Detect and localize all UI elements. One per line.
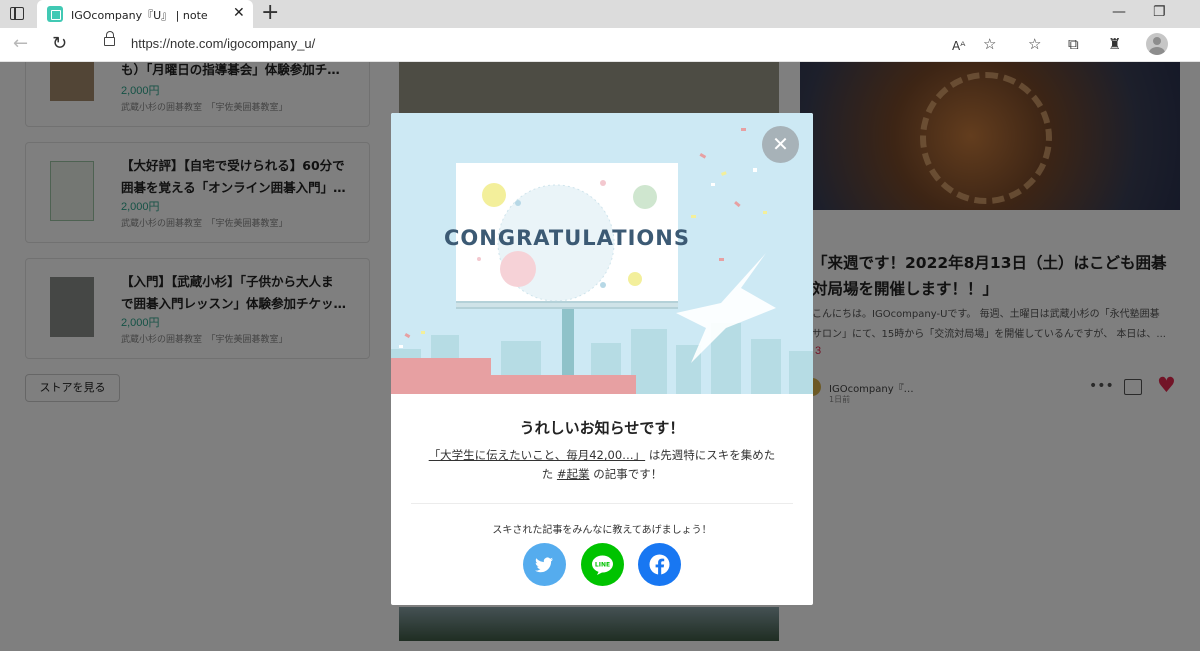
tab-title: IGOcompany『U』 | note xyxy=(71,9,208,22)
share-facebook-button[interactable] xyxy=(638,543,681,586)
extensions-icon[interactable]: ♜ xyxy=(1108,35,1121,53)
share-twitter-button[interactable] xyxy=(523,543,566,586)
article-link[interactable]: 「大学生に伝えたいこと、毎月42,00…」 xyxy=(429,448,645,462)
hashtag-link[interactable]: #起業 xyxy=(557,467,590,481)
profile-avatar[interactable] xyxy=(1146,33,1168,55)
tab-actions-icon[interactable] xyxy=(10,7,24,20)
new-tab-icon[interactable]: + xyxy=(261,2,279,24)
divider xyxy=(411,503,793,504)
address-bar-url[interactable]: https://note.com/igocompany_u/ xyxy=(131,36,315,51)
billboard-illustration: CONGRATULATIONS xyxy=(391,128,813,394)
refresh-icon[interactable]: ↻ xyxy=(52,34,67,54)
svg-text:LINE: LINE xyxy=(595,562,610,569)
congratulations-modal: CONGRATULATIONS ✕ うれしいお知らせです！ 「大学生に伝えたいこ… xyxy=(391,113,813,605)
facebook-icon xyxy=(649,554,670,575)
message-text: の記事です！ xyxy=(593,467,663,481)
modal-heading: うれしいお知らせです！ xyxy=(519,419,685,437)
restore-icon[interactable]: ❐ xyxy=(1153,4,1166,20)
address-toolbar: ← ↻ https://note.com/igocompany_u/ Aᴬ ☆ … xyxy=(0,28,1200,62)
modal-body: うれしいお知らせです！ 「大学生に伝えたいこと、毎月42,00…」 は先週特にス… xyxy=(391,394,813,605)
close-modal-button[interactable]: ✕ xyxy=(762,126,799,163)
share-prompt: スキされた記事をみんなに教えてあげましょう！ xyxy=(492,525,712,536)
collections-icon[interactable]: ⧉ xyxy=(1068,35,1079,53)
minimize-icon[interactable]: — xyxy=(1112,4,1126,20)
tab-strip: IGOcompany『U』 | note ✕ + — ❐ xyxy=(0,0,1200,28)
twitter-bird-icon xyxy=(535,557,553,573)
share-line-button[interactable]: LINE xyxy=(581,543,624,586)
favorites-icon[interactable]: ☆ xyxy=(1028,35,1041,53)
congratulations-text: CONGRATULATIONS xyxy=(444,226,690,250)
back-icon[interactable]: ← xyxy=(13,34,28,54)
congratulations-illustration: CONGRATULATIONS ✕ xyxy=(391,113,813,394)
active-tab[interactable]: IGOcompany『U』 | note ✕ xyxy=(37,0,253,28)
read-aloud-icon[interactable]: Aᴬ xyxy=(952,37,965,55)
message-text: た xyxy=(541,467,554,481)
note-favicon-icon xyxy=(47,6,63,22)
line-app-icon: LINE xyxy=(592,555,613,575)
lock-icon[interactable] xyxy=(104,31,115,46)
add-favorite-icon[interactable]: ☆ xyxy=(983,35,996,53)
message-text: は先週特にスキを集めた xyxy=(648,448,776,462)
modal-message: 「大学生に伝えたいこと、毎月42,00…」 は先週特にスキを集めた た #起業 … xyxy=(417,446,787,484)
close-tab-icon[interactable]: ✕ xyxy=(233,5,245,21)
